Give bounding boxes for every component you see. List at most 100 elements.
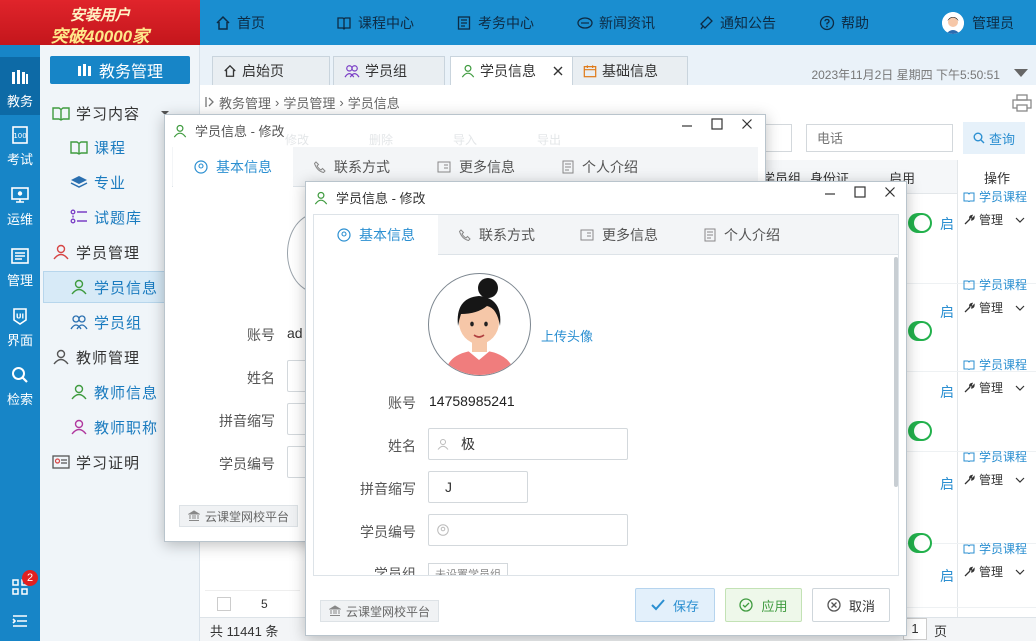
rail-collapse-button[interactable] xyxy=(0,613,40,633)
breadcrumb-item[interactable]: 学员管理 xyxy=(283,93,335,112)
back-pinyin-input[interactable] xyxy=(287,403,307,435)
student-course-link[interactable]: 学员课程 xyxy=(963,276,1027,293)
book-icon xyxy=(963,452,975,462)
nav-course-center[interactable]: 课程中心 xyxy=(336,0,414,45)
phone-search-input[interactable] xyxy=(806,124,953,152)
phone-icon xyxy=(314,161,326,173)
close-icon[interactable] xyxy=(741,118,753,130)
row-checkbox[interactable] xyxy=(217,597,231,611)
print-icon[interactable] xyxy=(1012,94,1032,112)
scrollbar-thumb[interactable] xyxy=(894,257,898,487)
maximize-icon[interactable] xyxy=(711,118,723,130)
close-icon[interactable] xyxy=(553,66,563,76)
chevron-down-icon xyxy=(1015,385,1025,391)
minimize-icon[interactable] xyxy=(824,186,836,198)
tab-contact[interactable]: 联系方式 xyxy=(459,215,535,255)
back-window-controls xyxy=(681,118,753,130)
table-row xyxy=(904,196,1036,284)
wrench-icon xyxy=(964,566,975,576)
rail-item-manage[interactable]: 管理 xyxy=(0,246,40,289)
apply-button[interactable]: 应用 xyxy=(725,588,802,622)
nav-exam-center[interactable]: 考务中心 xyxy=(456,0,534,45)
avatar-illustration xyxy=(445,278,515,375)
rail-label: 教务 xyxy=(6,94,33,109)
back-name-input[interactable] xyxy=(287,360,307,392)
tab-personal-intro[interactable]: 个人介绍 xyxy=(704,215,780,255)
manage-dropdown[interactable]: 管理 xyxy=(963,211,1025,228)
save-button[interactable]: 保存 xyxy=(635,588,715,622)
breadcrumb-item[interactable]: 教务管理 xyxy=(219,93,271,112)
back-number-input[interactable] xyxy=(287,446,307,478)
student-number-input[interactable] xyxy=(428,514,628,546)
tab-basic-info[interactable]: 基本信息 xyxy=(314,215,438,255)
rail-item-search[interactable]: 检索 xyxy=(0,365,40,408)
back-label-account: 账号 xyxy=(247,327,275,343)
student-avatar[interactable] xyxy=(428,273,531,376)
hidden-toolbar-item: 修改 xyxy=(285,133,310,147)
course-label: 学员课程 xyxy=(979,450,1028,464)
rail-item-ops[interactable]: 运维 xyxy=(0,185,40,228)
tab-label: 学员信息 xyxy=(480,63,536,79)
home-icon xyxy=(224,64,236,77)
manage-dropdown[interactable]: 管理 xyxy=(963,379,1025,396)
table-row[interactable]: 5 xyxy=(205,590,300,620)
certificate-icon xyxy=(52,455,70,469)
student-course-link[interactable]: 学员课程 xyxy=(963,188,1027,205)
minimize-icon[interactable] xyxy=(681,118,693,130)
enable-label: 启 xyxy=(940,476,954,492)
tab-label: 联系方式 xyxy=(334,159,390,175)
menu-title[interactable]: 教务管理 xyxy=(50,56,190,84)
promo-banner[interactable]: 安装用户 突破40000家 xyxy=(0,0,200,46)
student-course-link[interactable]: 学员课程 xyxy=(963,356,1027,373)
enable-toggle[interactable] xyxy=(908,421,932,441)
tab-label: 个人介绍 xyxy=(582,159,638,175)
student-group-select[interactable]: 未设置学员组 xyxy=(428,563,508,575)
tab-more-info[interactable]: 更多信息 xyxy=(580,215,658,255)
user-circle-icon xyxy=(337,228,351,242)
book-open-icon xyxy=(52,107,70,121)
pinyin-input[interactable]: J xyxy=(428,471,528,503)
nav-news[interactable]: 新闻资讯 xyxy=(577,0,655,45)
manage-dropdown[interactable]: 管理 xyxy=(963,299,1025,316)
nav-help[interactable]: 帮助 xyxy=(819,0,869,45)
nav-home[interactable]: 首页 xyxy=(215,0,265,45)
wrench-icon xyxy=(964,474,975,484)
tab-basic-info[interactable]: 基础信息 xyxy=(572,56,688,85)
upload-avatar-link[interactable]: 上传头像 xyxy=(541,326,593,345)
avatar xyxy=(942,11,964,34)
menu-item-label: 试题库 xyxy=(94,209,143,227)
manage-label: 管理 xyxy=(979,301,1004,315)
exam-paper-icon: 100 xyxy=(12,126,28,144)
maximize-icon[interactable] xyxy=(854,186,866,198)
user-name: 管理员 xyxy=(972,14,1014,31)
tab-dropdown-icon[interactable] xyxy=(1014,69,1028,77)
menu-lines-icon xyxy=(12,615,27,627)
manage-dropdown[interactable]: 管理 xyxy=(963,563,1025,580)
enable-toggle[interactable] xyxy=(908,213,932,233)
cancel-button[interactable]: 取消 xyxy=(812,588,890,622)
name-input[interactable]: 极 xyxy=(428,428,628,460)
rail-item-exam[interactable]: 100 考试 xyxy=(0,125,40,168)
manage-dropdown[interactable]: 管理 xyxy=(963,471,1025,488)
cancel-circle-icon xyxy=(827,598,841,612)
student-course-link[interactable]: 学员课程 xyxy=(963,540,1027,557)
enable-toggle[interactable] xyxy=(908,321,932,341)
course-icon xyxy=(70,141,88,155)
filter-input-partial[interactable] xyxy=(766,124,792,152)
student-course-link[interactable]: 学员课程 xyxy=(963,448,1027,465)
user-menu[interactable]: 管理员 xyxy=(942,0,1014,45)
tab-start[interactable]: 启始页 xyxy=(212,56,330,85)
close-icon[interactable] xyxy=(884,186,896,198)
back-tab-basic[interactable]: 基本信息 xyxy=(173,147,293,187)
tab-student-info[interactable]: 学员信息 xyxy=(450,56,578,85)
tab-student-group[interactable]: 学员组 xyxy=(333,56,445,85)
query-button[interactable]: 查询 xyxy=(963,122,1025,154)
account-value: 14758985241 xyxy=(429,393,515,409)
bank-icon xyxy=(329,605,341,616)
rail-item-ui[interactable]: UI 界面 xyxy=(0,306,40,349)
nav-notice[interactable]: 通知公告 xyxy=(698,0,776,45)
rail-item-edu[interactable]: 教务 xyxy=(0,57,40,115)
rail-label: 管理 xyxy=(6,273,33,288)
book-icon xyxy=(963,192,975,202)
teacher-info-icon xyxy=(71,384,87,400)
